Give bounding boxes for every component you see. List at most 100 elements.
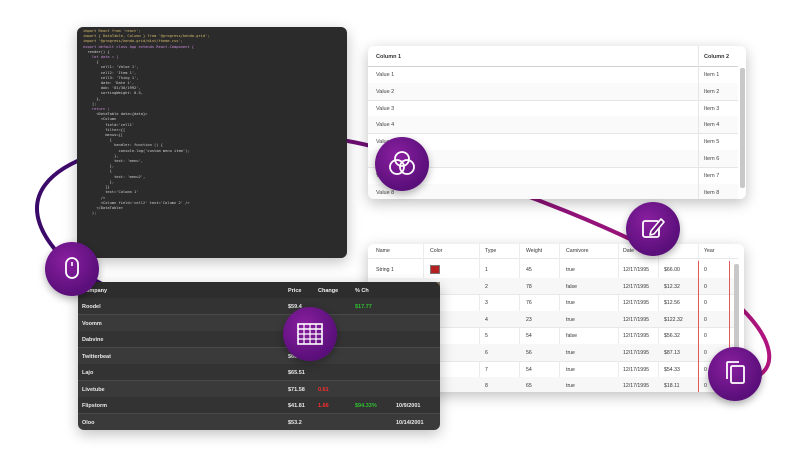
grid-header-row: Column 1 Column 2 [368, 46, 738, 67]
table-cell-company: Livetube [82, 386, 105, 393]
column-header[interactable]: Type [485, 248, 496, 254]
table-cell-type: 4 [485, 316, 488, 323]
table-row[interactable]: Value 4 Item 4 [368, 116, 738, 135]
table-cell-price: $12.56 [664, 300, 680, 307]
table-cell-price: $18.11 [664, 383, 680, 390]
table-cell-price: $54.33 [664, 366, 680, 373]
edit-feature-button[interactable] [626, 202, 680, 256]
column-header[interactable]: Color [430, 248, 442, 254]
table-cell-date: 12/17/1995 [623, 267, 649, 273]
year-cell-highlight [698, 294, 730, 311]
table-cell-date: 10/14/2001 [396, 419, 424, 426]
table-cell-date: 12/17/1995 [623, 316, 649, 323]
table-cell-date: 12/17/1995 [623, 350, 649, 356]
table-cell-carnivore: true [566, 350, 575, 356]
table-row[interactable]: Roodel $59.4 $17.77 [78, 298, 440, 315]
table-row[interactable]: Oloo $53.2 10/14/2001 [78, 414, 440, 430]
grid-icon [297, 323, 323, 345]
color-swatch [430, 265, 440, 274]
table-cell-price: $41.81 [288, 403, 305, 409]
stock-data-grid: Company Price Change % Ch Roodel $59.4 $17… [78, 282, 440, 430]
table-row[interactable]: Value 3 Item 3 [368, 100, 738, 118]
table-cell-price: $122.32 [664, 316, 683, 323]
column-header[interactable]: Year [704, 248, 714, 254]
table-row[interactable]: Lajo $65.51 [78, 364, 440, 381]
table-cell: Value 4 [376, 122, 395, 129]
year-cell-highlight [698, 327, 730, 344]
copy-icon [726, 361, 745, 384]
table-cell-company: Dabvine [82, 337, 104, 343]
table-cell-price: $12.32 [664, 283, 680, 290]
copy-feature-button[interactable] [708, 347, 762, 401]
column-header[interactable]: % Ch [355, 288, 369, 294]
table-cell-carnivore: false [566, 283, 577, 290]
table-cell-type: 7 [485, 366, 488, 373]
code-block: import React from 'react'; import { DataT… [77, 27, 347, 218]
table-cell-weight: 54 [526, 366, 532, 373]
table-row[interactable]: Flipstorm $41.81 1.66 $94.33% 10/9/2001 [78, 397, 440, 414]
table-row[interactable]: Voomm [78, 315, 440, 332]
table-cell: Item 5 [704, 139, 720, 146]
table-cell: Value 3 [376, 105, 395, 112]
table-cell: Item 2 [704, 88, 720, 95]
table-cell-date: 12/17/1995 [623, 283, 649, 290]
palette-feature-button[interactable] [375, 137, 429, 191]
table-cell-carnivore: false [566, 333, 577, 340]
table-row[interactable]: Livetube $71.58 0.61 [78, 381, 440, 398]
column-header[interactable]: Carnivore [566, 248, 589, 254]
table-cell-weight: 45 [526, 267, 532, 273]
table-cell-price: $56.32 [664, 333, 680, 340]
table-cell: Item 8 [704, 189, 720, 196]
table-cell-price: $53.2 [288, 419, 302, 426]
table-row[interactable]: Value 2 Item 2 [368, 82, 738, 101]
column-header[interactable]: Price [288, 288, 301, 294]
table-cell-company: Voomm [82, 320, 102, 327]
table-cell-date: 12/17/1995 [623, 366, 649, 373]
table-cell-weight: 65 [526, 383, 532, 390]
table-row[interactable]: Dabvine [78, 331, 440, 348]
table-cell-carnivore: true [566, 383, 575, 390]
table-cell-weight: 54 [526, 333, 532, 340]
mouse-feature-button[interactable] [45, 242, 99, 296]
table-row[interactable]: String 1 1 45 true 12/17/1995 $66.00 0 [368, 261, 738, 279]
table-cell-date: 12/17/1995 [623, 300, 649, 307]
table-cell: Item 4 [704, 122, 720, 129]
table-cell-weight: 56 [526, 350, 532, 356]
table-row[interactable]: Twitterbeat $60 [78, 348, 440, 365]
edit-icon [642, 218, 665, 238]
table-cell: Item 1 [704, 72, 720, 78]
column-header[interactable]: Change [318, 288, 338, 294]
table-cell-date: 12/17/1995 [623, 333, 649, 340]
year-cell-highlight [698, 277, 730, 295]
table-cell-company: Flipstorm [82, 403, 108, 409]
grid-header-row: Company Price Change % Ch [78, 282, 440, 299]
table-cell-price: $87.13 [664, 350, 680, 356]
table-cell: Item 7 [704, 172, 720, 179]
table-cell-price: $71.58 [288, 386, 305, 393]
mouse-icon [65, 257, 79, 279]
table-cell-carnivore: true [566, 366, 575, 373]
palette-icon [389, 151, 415, 175]
column-header[interactable]: Column 1 [376, 54, 401, 60]
table-row[interactable]: Value 1 Item 1 [368, 66, 738, 84]
table-cell-price: $66.00 [664, 267, 680, 273]
code-editor-panel: import React from 'react'; import { DataT… [77, 27, 347, 258]
table-cell: Value 1 [376, 72, 395, 78]
column-header[interactable]: Weight [526, 248, 542, 254]
table-cell-name: String 1 [376, 267, 394, 273]
vertical-scrollbar[interactable] [740, 68, 745, 188]
table-cell-type: 6 [485, 350, 488, 356]
table-cell-pct: $94.33% [355, 403, 377, 409]
grid-feature-button[interactable] [283, 307, 337, 361]
table-cell-type: 2 [485, 283, 488, 290]
year-cell-highlight [698, 310, 730, 328]
table-cell-change: 1.66 [318, 403, 329, 409]
code-line: ); [83, 211, 97, 216]
table-cell-type: 5 [485, 333, 488, 340]
column-header[interactable]: Name [376, 248, 390, 254]
table-cell-type: 8 [485, 383, 488, 390]
table-cell-weight: 78 [526, 283, 532, 290]
table-cell-weight: 76 [526, 300, 532, 307]
column-header[interactable]: Column 2 [704, 54, 729, 60]
table-cell-carnivore: true [566, 267, 575, 273]
